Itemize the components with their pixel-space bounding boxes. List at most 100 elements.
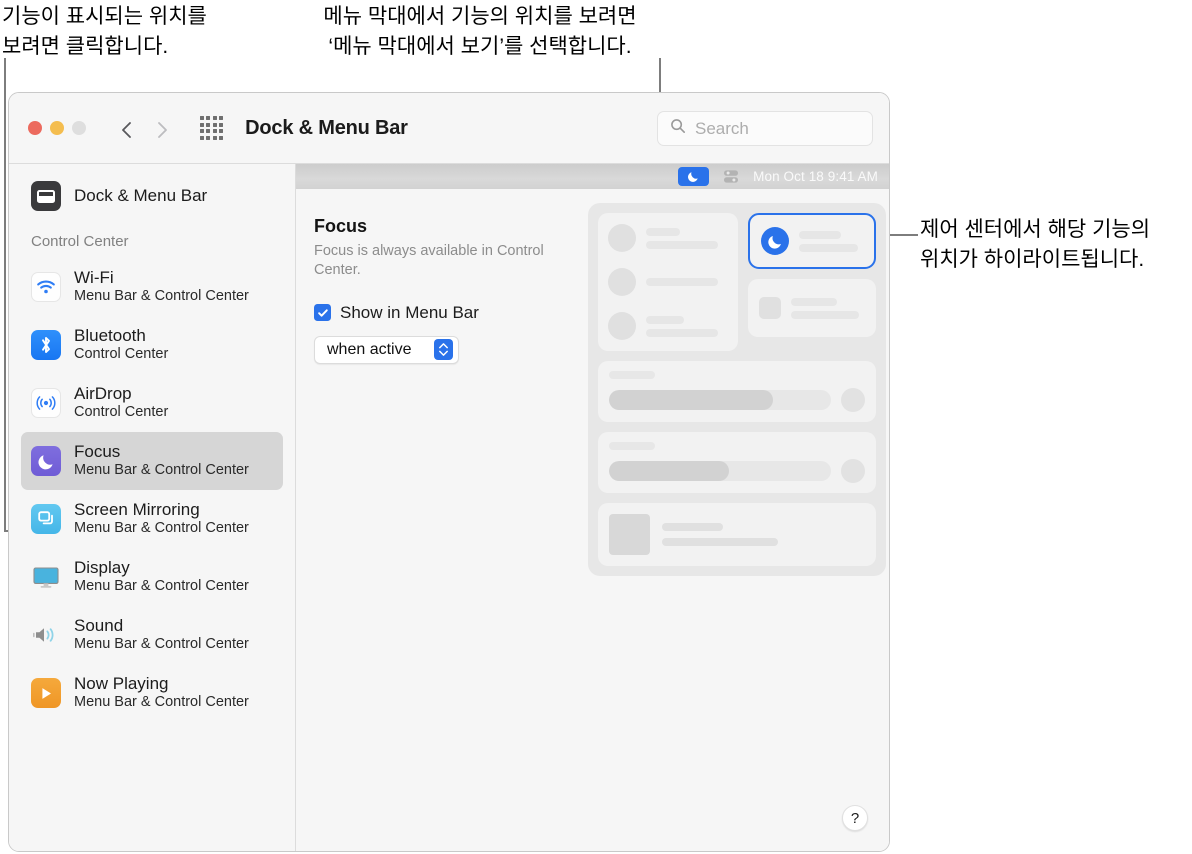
now-playing-icon [31,678,61,708]
control-center-right-column [748,213,876,351]
placeholder-line [646,240,719,249]
sidebar-group-label: Control Center [31,233,129,250]
annotation-top: 메뉴 막대에서 기능의 위치를 보려면 ‘메뉴 막대에서 보기’를 선택합니다. [323,5,637,58]
slider-row [609,388,865,412]
popup-value: when active [327,340,412,358]
placeholder-line [646,278,719,286]
slider-row [609,459,865,483]
placeholder-line [791,297,837,306]
show-in-menu-bar-checkbox[interactable]: Show in Menu Bar [314,303,564,323]
back-arrow-icon[interactable] [119,121,133,138]
navigation-buttons [119,121,169,138]
sidebar-item-sublabel: Menu Bar & Control Center [74,288,249,305]
placeholder-line [791,310,860,319]
sidebar-item-sound[interactable]: Sound Menu Bar & Control Center [21,606,283,664]
wifi-icon [31,272,61,302]
zoom-button [72,121,86,135]
search-input[interactable]: Search [657,111,873,146]
menu-bar-control-center-icon[interactable] [718,167,744,186]
focus-moon-icon [761,227,789,255]
sidebar-item-wi-fi[interactable]: Wi-Fi Menu Bar & Control Center [21,258,283,316]
main-pane: Mon Oct 18 9:41 AM Focus Focus is always… [296,164,889,851]
close-button[interactable] [28,121,42,135]
screen-mirroring-icon [31,504,61,534]
control-center-preview [588,203,886,576]
slider-end-circle [841,388,865,412]
minimize-button[interactable] [50,121,64,135]
sidebar: Dock & Menu Bar Control Center Wi-Fi Men… [9,164,296,851]
sidebar-item-display[interactable]: Display Menu Bar & Control Center [21,548,283,606]
focus-moon-icon [31,446,61,476]
menu-bar-preview: Mon Oct 18 9:41 AM [296,164,889,189]
search-icon [670,118,686,139]
placeholder-lines [646,315,728,337]
help-button[interactable]: ? [842,805,868,831]
main-content: Focus Focus is always available in Contr… [296,189,889,851]
menu-bar-clock: Mon Oct 18 9:41 AM [753,169,878,184]
control-center-top-row [598,213,876,351]
control-center-slider-sound[interactable] [598,432,876,493]
control-center-placeholder-item [608,268,728,296]
sidebar-item-now-playing[interactable]: Now Playing Menu Bar & Control Center [21,664,283,722]
sidebar-item-label: Dock & Menu Bar [74,185,208,205]
window-body: Dock & Menu Bar Control Center Wi-Fi Men… [9,164,889,851]
annotation-left: 기능이 표시되는 위치를 보려면 클릭합니다. [2,5,207,58]
annotation-right: 제어 센터에서 해당 기능의 위치가 하이라이트됩니다. [920,218,1151,271]
sidebar-item-dock-menu-bar[interactable]: Dock & Menu Bar [21,173,283,219]
placeholder-line [799,230,842,239]
sidebar-item-sublabel: Menu Bar & Control Center [74,636,249,653]
control-center-focus-tile[interactable] [748,213,876,269]
placeholder-lines [646,278,728,286]
sidebar-item-sublabel: Menu Bar & Control Center [74,578,249,595]
control-center-now-playing-tile[interactable] [598,503,876,566]
placeholder-line [662,538,778,546]
sidebar-item-label: Display [74,557,130,577]
sidebar-item-screen-mirroring[interactable]: Screen Mirroring Menu Bar & Control Cent… [21,490,283,548]
sidebar-item-label: Focus [74,441,121,461]
sidebar-item-focus[interactable]: Focus Menu Bar & Control Center [21,432,283,490]
system-preferences-window: Dock & Menu Bar Search Dock & Menu Bar C… [8,92,890,852]
placeholder-lines [662,523,865,546]
placeholder-line [646,315,684,324]
show-all-grid-icon[interactable] [200,116,224,140]
menu-bar-focus-icon[interactable] [678,167,710,186]
search-placeholder: Search [695,118,749,138]
control-center-slider-display[interactable] [598,361,876,422]
slider-track[interactable] [609,390,831,410]
sidebar-item-sublabel: Menu Bar & Control Center [74,462,249,479]
sidebar-item-bluetooth[interactable]: Bluetooth Control Center [21,316,283,374]
slider-fill [609,390,774,410]
sidebar-item-airdrop[interactable]: AirDrop Control Center [21,374,283,432]
sidebar-item-label: Bluetooth [74,325,146,345]
slider-end-circle [841,459,865,483]
control-center-misc-tile[interactable] [748,279,876,337]
page-title: Dock & Menu Bar [245,116,408,139]
placeholder-circle-icon [608,224,636,252]
leader-line-left-vertical [4,58,6,532]
placeholder-circle-icon [608,312,636,340]
detail-title: Focus [314,216,368,236]
when-active-popup-button[interactable]: when active [314,335,459,364]
album-art-placeholder [609,514,650,555]
traffic-lights [28,121,86,135]
airdrop-icon [31,388,61,418]
sidebar-item-label: Now Playing [74,673,169,693]
sidebar-item-label: Wi-Fi [74,267,114,287]
slider-label-placeholder [609,371,655,379]
control-center-placeholder-item [608,224,728,252]
checkmark-icon [314,304,331,322]
control-center-toggles-group [598,213,738,351]
placeholder-square-icon [759,297,781,319]
sidebar-item-label: AirDrop [74,383,132,403]
sidebar-item-label: Screen Mirroring [74,499,200,519]
forward-arrow-icon [155,121,169,138]
updown-chevrons-icon [434,339,453,361]
sidebar-item-label: Sound [74,615,124,635]
slider-track[interactable] [609,461,831,481]
sound-icon [31,620,61,650]
display-icon [31,562,61,592]
placeholder-line [646,328,719,337]
placeholder-line [646,227,681,236]
checkbox-label: Show in Menu Bar [340,302,479,322]
slider-fill [609,461,729,481]
